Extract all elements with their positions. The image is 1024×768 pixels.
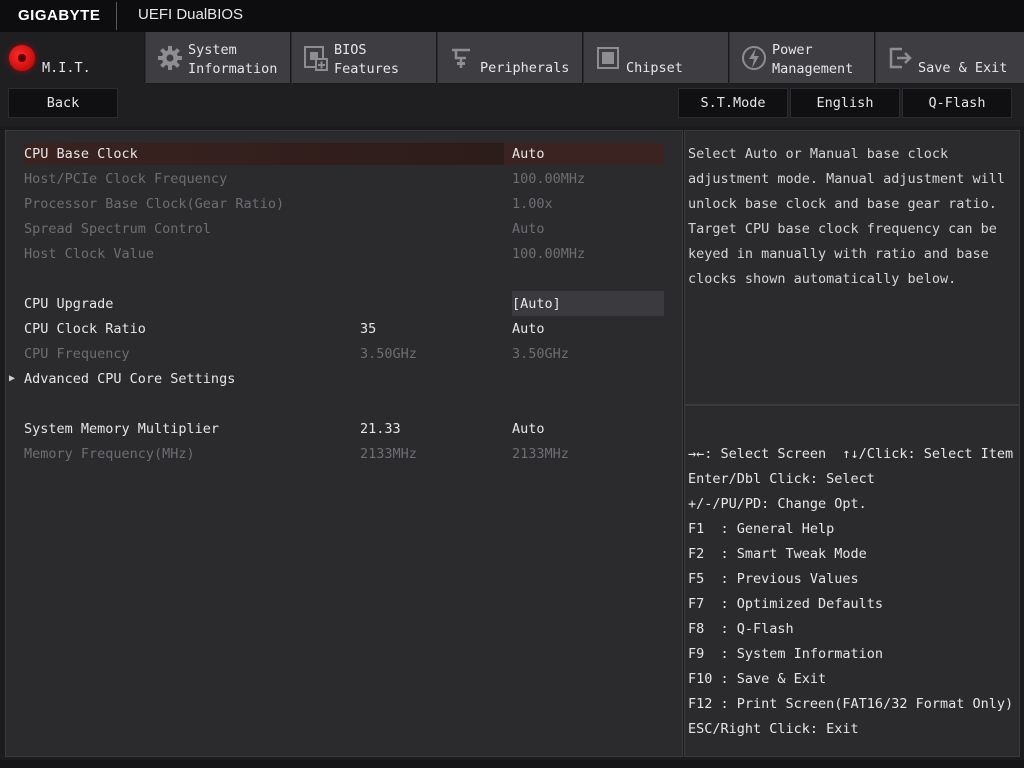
sub-toolbar: Back S.T.Mode English Q-Flash [0, 84, 1024, 126]
setting-processor-base-clock: Processor Base Clock(Gear Ratio) 1.00x [6, 193, 682, 215]
mit-dial-icon [9, 45, 35, 71]
tab-label: Power Management [772, 42, 854, 77]
setting-label: Processor Base Clock(Gear Ratio) [24, 196, 285, 212]
setting-value: 100.00MHz [512, 171, 586, 187]
tab-chipset[interactable]: Chipset [584, 32, 729, 84]
tab-label: Peripherals [480, 60, 570, 76]
title-bar: GIGABYTE UEFI DualBIOS [0, 0, 1024, 32]
tab-label: System Information [188, 42, 278, 77]
key-hint: F1 : General Help [688, 521, 835, 537]
key-hint: Enter/Dbl Click: Select [688, 471, 875, 487]
key-hint: F5 : Previous Values [688, 571, 859, 587]
setting-label: Memory Frequency(MHz) [24, 446, 195, 462]
tab-label: M.I.T. [42, 60, 91, 76]
setting-value: 1.00x [512, 196, 553, 212]
setting-label: Spread Spectrum Control [24, 221, 211, 237]
setting-value[interactable]: Auto [512, 318, 545, 340]
key-hint: →←: Select Screen ↑↓/Click: Select Item [688, 446, 1014, 462]
back-button[interactable]: Back [8, 88, 118, 118]
bios-chip-icon [304, 46, 328, 71]
setting-value: Auto [512, 221, 545, 237]
setting-host-clock-value: Host Clock Value 100.00MHz [6, 243, 682, 265]
tab-save-exit[interactable]: Save & Exit [876, 32, 1024, 84]
setting-label: Host/PCIe Clock Frequency [24, 171, 228, 187]
key-hint: F12 : Print Screen(FAT16/32 Format Only) [688, 696, 1014, 712]
power-plug-icon [742, 46, 766, 70]
tab-mit[interactable]: M.I.T. [0, 32, 145, 84]
exit-door-icon [889, 47, 912, 69]
qflash-button[interactable]: Q-Flash [902, 88, 1012, 118]
tab-power-management[interactable]: Power Management [730, 32, 875, 84]
product-title: UEFI DualBIOS [138, 6, 244, 23]
setting-spread-spectrum: Spread Spectrum Control Auto [6, 218, 682, 240]
setting-label: CPU Base Clock [24, 146, 138, 162]
setting-current: 3.50GHz [360, 346, 417, 362]
key-hint: +/-/PU/PD: Change Opt. [688, 496, 867, 512]
setting-value[interactable]: Auto [512, 143, 545, 165]
setting-cpu-clock-ratio[interactable]: CPU Clock Ratio 35 Auto [6, 318, 682, 340]
key-hint: F7 : Optimized Defaults [688, 596, 884, 612]
setting-label: CPU Frequency [24, 346, 130, 362]
submenu-advanced-cpu-core-settings[interactable]: ▶ Advanced CPU Core Settings [6, 368, 682, 390]
tab-bios-features[interactable]: BIOS Features [292, 32, 437, 84]
gear-icon [158, 46, 182, 70]
header-divider [116, 2, 117, 30]
key-hint: F9 : System Information [688, 646, 884, 662]
key-hint: F8 : Q-Flash [688, 621, 794, 637]
setting-current: 21.33 [360, 421, 401, 437]
bottom-bar [0, 760, 1024, 768]
setting-label: CPU Upgrade [24, 296, 114, 312]
setting-value: 3.50GHz [512, 346, 569, 362]
peripherals-icon [452, 48, 470, 68]
key-legend-panel: →←: Select Screen ↑↓/Click: Select Item … [684, 405, 1020, 757]
setting-cpu-base-clock[interactable]: CPU Base Clock Auto [6, 143, 682, 165]
tab-label: Chipset [626, 60, 683, 76]
setting-value[interactable]: Auto [512, 418, 545, 440]
setting-cpu-frequency: CPU Frequency 3.50GHz 3.50GHz [6, 343, 682, 365]
submenu-arrow-icon: ▶ [9, 373, 16, 384]
setting-host-pcie-clock: Host/PCIe Clock Frequency 100.00MHz [6, 168, 682, 190]
key-hint: F10 : Save & Exit [688, 671, 827, 687]
tab-peripherals[interactable]: Peripherals [438, 32, 583, 84]
setting-label: System Memory Multiplier [24, 421, 220, 437]
setting-label: CPU Clock Ratio [24, 321, 146, 337]
setting-label: Host Clock Value [24, 246, 155, 262]
main-tabs: M.I.T. System Information BIOS Features [0, 32, 1024, 84]
setting-cpu-upgrade[interactable]: CPU Upgrade [Auto] [6, 291, 682, 316]
setting-current: 35 [360, 321, 377, 337]
tab-label: BIOS Features [334, 42, 400, 77]
settings-panel: CPU Base Clock Auto Host/PCIe Clock Freq… [5, 130, 683, 757]
setting-memory-frequency: Memory Frequency(MHz) 2133MHz 2133MHz [6, 443, 682, 465]
key-hint: ESC/Right Click: Exit [688, 721, 859, 737]
chipset-icon [597, 47, 619, 69]
setting-value: 100.00MHz [512, 246, 586, 262]
setting-label: Advanced CPU Core Settings [24, 371, 236, 387]
tab-system-information[interactable]: System Information [146, 32, 291, 84]
setting-value[interactable]: [Auto] [512, 293, 561, 315]
help-text: Select Auto or Manual base clock adjustm… [688, 146, 1005, 287]
help-panel: Select Auto or Manual base clock adjustm… [684, 130, 1020, 405]
setting-current: 2133MHz [360, 446, 417, 462]
tab-label: Save & Exit [918, 60, 1008, 76]
setting-value: 2133MHz [512, 446, 569, 462]
language-button[interactable]: English [790, 88, 900, 118]
st-mode-button[interactable]: S.T.Mode [678, 88, 788, 118]
key-hint: F2 : Smart Tweak Mode [688, 546, 867, 562]
setting-system-memory-multiplier[interactable]: System Memory Multiplier 21.33 Auto [6, 418, 682, 440]
brand-logo: GIGABYTE [18, 7, 101, 24]
